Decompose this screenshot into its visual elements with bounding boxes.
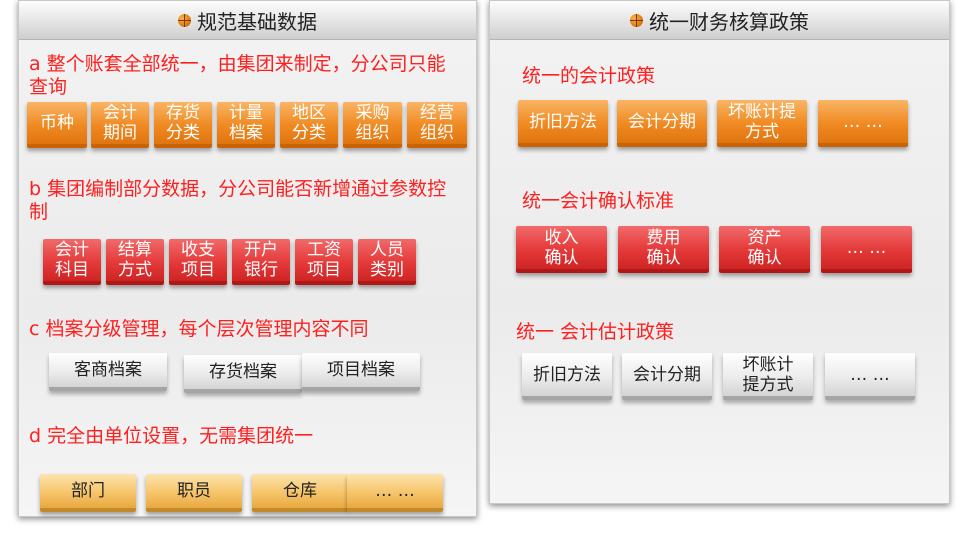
accounting-policy-panel-header: 统一财务核算政策 (490, 1, 949, 40)
basic-data-panel-header: 规范基础数据 (19, 1, 476, 40)
basic-data-panel-title: 规范基础数据 (197, 9, 317, 34)
basketball-icon (630, 13, 643, 27)
section-b-item: 结算 方式 (106, 239, 164, 285)
section-a-item: 地区 分类 (280, 102, 338, 148)
group-1-item: 坏账计提 方式 (717, 100, 807, 147)
accounting-policy-panel-title: 统一财务核算政策 (649, 9, 809, 34)
section-a-item: 会计 期间 (91, 102, 149, 148)
section-d-item: 职员 (146, 474, 242, 512)
section-c-item: 存货档案 (184, 355, 302, 393)
section-d-description: d 完全由单位设置，无需集团统一 (29, 425, 314, 447)
group-3-item: 折旧方法 (522, 353, 612, 400)
section-b-item: 开户 银行 (232, 239, 290, 285)
accounting-policy-panel: 统一财务核算政策 统一的会计政策 折旧方法 会计分期 坏账计提 方式 … … 统… (489, 0, 950, 504)
group-3-item: 会计分期 (622, 353, 712, 400)
group-2-item: 资产 确认 (719, 226, 810, 273)
group-1-heading: 统一的会计政策 (522, 65, 656, 87)
group-2-item: 收入 确认 (516, 226, 607, 273)
section-c-description: c 档案分级管理，每个层次管理内容不同 (29, 318, 369, 340)
section-b-description: b 集团编制部分数据，分公司能否新增通过参数控制 (29, 178, 447, 223)
basketball-icon (178, 13, 191, 27)
section-d-item: … … (347, 474, 443, 512)
section-b-item: 人员 类别 (358, 239, 416, 285)
section-d-item: 仓库 (252, 474, 348, 512)
section-b-item: 工资 项目 (295, 239, 353, 285)
group-3-heading: 统一 会计估计政策 (516, 321, 675, 343)
section-a-description: a 整个账套全部统一，由集团来制定，分公司只能查询 (29, 53, 446, 98)
section-a-item: 币种 (27, 102, 87, 148)
section-a-item: 经营 组织 (407, 102, 467, 148)
section-c-item: 客商档案 (49, 353, 167, 391)
basic-data-panel: 规范基础数据 a 整个账套全部统一，由集团来制定，分公司只能查询 币种 会计 期… (18, 0, 477, 517)
section-a-item: 存货 分类 (154, 102, 212, 148)
section-d-item: 部门 (40, 474, 136, 512)
group-1-item: 会计分期 (617, 100, 707, 147)
section-c-item: 项目档案 (302, 353, 420, 391)
group-1-item: 折旧方法 (518, 100, 608, 147)
section-a-item: 采购 组织 (343, 102, 402, 148)
group-3-item: 坏账计 提方式 (723, 353, 813, 400)
group-2-item: … … (821, 226, 912, 273)
group-1-item: … … (818, 100, 908, 147)
group-3-item: … … (825, 353, 915, 400)
section-b-item: 会计 科目 (43, 239, 101, 285)
section-b-item: 收支 项目 (169, 239, 227, 285)
group-2-item: 费用 确认 (618, 226, 709, 273)
group-2-heading: 统一会计确认标准 (522, 190, 675, 212)
section-a-item: 计量 档案 (217, 102, 275, 148)
